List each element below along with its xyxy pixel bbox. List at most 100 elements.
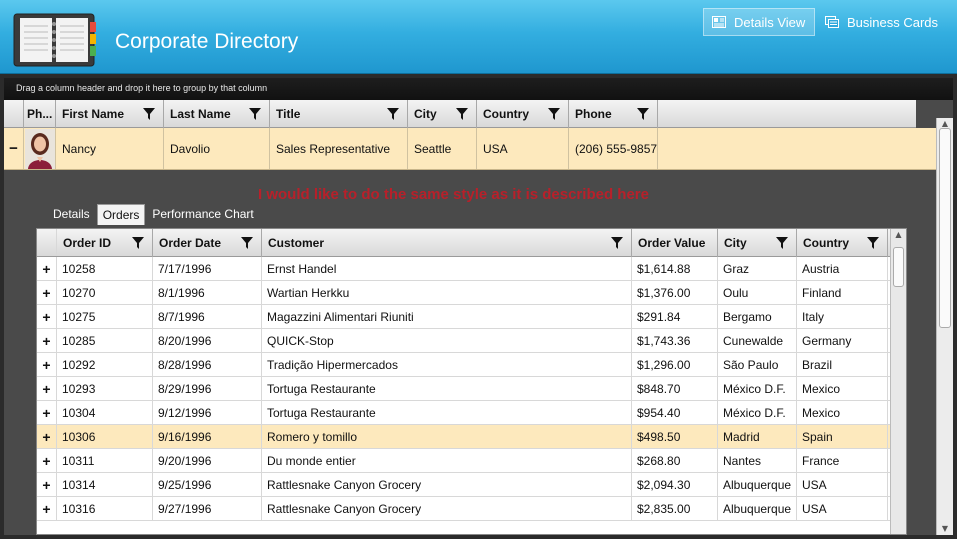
customer-cell: Wartian Herkku: [262, 281, 632, 304]
order-value-cell: $2,094.30: [632, 473, 718, 496]
tab-details[interactable]: Details: [48, 204, 95, 225]
order-value-cell: $268.80: [632, 449, 718, 472]
country-cell: USA: [797, 497, 888, 520]
city-cell: Oulu: [718, 281, 797, 304]
expand-row-icon[interactable]: +: [37, 449, 57, 472]
last-name-cell: Davolio: [164, 128, 270, 169]
table-row[interactable]: +10314 9/25/1996 Rattlesnake Canyon Grocer…: [37, 473, 906, 497]
table-row[interactable]: +10258 7/17/1996 Ernst Handel $1,614.88 Graz…: [37, 257, 906, 281]
header-country-label: Country: [483, 107, 529, 121]
employee-photo: [24, 128, 56, 169]
filter-icon[interactable]: [132, 237, 144, 249]
order-id-cell: 10316: [57, 497, 153, 520]
expand-row-icon[interactable]: +: [37, 257, 57, 280]
header-photo[interactable]: Ph...: [24, 100, 56, 128]
header-title-label: Title: [276, 107, 301, 121]
filter-icon[interactable]: [611, 237, 623, 249]
order-id-cell: 10292: [57, 353, 153, 376]
order-value-cell: $848.70: [632, 377, 718, 400]
header-phone[interactable]: Phone: [569, 100, 658, 128]
table-row[interactable]: − Nancy Davolio Sales Representative Sea…: [4, 128, 938, 170]
filter-icon[interactable]: [548, 108, 560, 120]
order-date-cell: 9/20/1996: [153, 449, 262, 472]
table-row[interactable]: +10292 8/28/1996 Tradição Hipermercados $1,…: [37, 353, 906, 377]
header-customer[interactable]: Customer: [262, 229, 632, 257]
scrollbar-thumb[interactable]: [939, 128, 951, 328]
expand-row-icon[interactable]: +: [37, 377, 57, 400]
country-cell: USA: [797, 473, 888, 496]
order-date-cell: 9/27/1996: [153, 497, 262, 520]
header-order-country-label: Country: [803, 236, 849, 250]
tab-performance-chart[interactable]: Performance Chart: [147, 204, 258, 225]
filter-icon[interactable]: [867, 237, 879, 249]
table-row[interactable]: +10311 9/20/1996 Du monde entier $268.80 Nan…: [37, 449, 906, 473]
expand-row-icon[interactable]: +: [37, 497, 57, 520]
tab-orders[interactable]: Orders: [96, 204, 146, 225]
scrollbar-thumb[interactable]: [893, 247, 904, 287]
scroll-up-icon[interactable]: ▲: [891, 229, 906, 241]
expand-row-icon[interactable]: +: [37, 305, 57, 328]
orders-body: +10258 7/17/1996 Ernst Handel $1,614.88 Graz…: [37, 257, 906, 521]
header-phone-label: Phone: [575, 107, 612, 121]
table-row[interactable]: +10270 8/1/1996 Wartian Herkku $1,376.00 Oul…: [37, 281, 906, 305]
order-date-cell: 8/29/1996: [153, 377, 262, 400]
header-order-country[interactable]: Country: [797, 229, 888, 257]
table-row[interactable]: +10275 8/7/1996 Magazzini Alimentari Riuni…: [37, 305, 906, 329]
header-first-name-label: First Name: [62, 107, 125, 121]
header-expander: [37, 229, 57, 256]
header-country[interactable]: Country: [477, 100, 569, 128]
expand-row-icon[interactable]: +: [37, 401, 57, 424]
orders-scrollbar[interactable]: ▲: [890, 229, 906, 534]
business-cards-button[interactable]: Business Cards: [817, 8, 949, 36]
details-view-label: Details View: [734, 14, 806, 30]
header-order-date[interactable]: Order Date: [153, 229, 262, 257]
order-value-cell: $498.50: [632, 425, 718, 448]
header-order-value[interactable]: Order Value: [632, 229, 718, 257]
expand-row-icon[interactable]: +: [37, 353, 57, 376]
expand-row-icon[interactable]: +: [37, 473, 57, 496]
header-expander: [4, 100, 24, 128]
order-date-cell: 9/12/1996: [153, 401, 262, 424]
city-cell: Bergamo: [718, 305, 797, 328]
header-city[interactable]: City: [408, 100, 477, 128]
expand-row-icon[interactable]: +: [37, 281, 57, 304]
header-last-name[interactable]: Last Name: [164, 100, 270, 128]
table-row[interactable]: +10304 9/12/1996 Tortuga Restaurante $954.4…: [37, 401, 906, 425]
scroll-down-icon[interactable]: ▼: [937, 523, 953, 535]
orders-header-row: Order ID Order Date Customer Order Value…: [37, 229, 906, 257]
filter-icon[interactable]: [387, 108, 399, 120]
filter-icon[interactable]: [241, 237, 253, 249]
city-cell: Albuquerque: [718, 497, 797, 520]
table-row[interactable]: +10293 8/29/1996 Tortuga Restaurante $848.7…: [37, 377, 906, 401]
city-cell: São Paulo: [718, 353, 797, 376]
city-cell: México D.F.: [718, 401, 797, 424]
filter-icon[interactable]: [249, 108, 261, 120]
header-order-city[interactable]: City: [718, 229, 797, 257]
details-view-button[interactable]: Details View: [703, 8, 815, 36]
city-cell: Cunewalde: [718, 329, 797, 352]
header-first-name[interactable]: First Name: [56, 100, 164, 128]
header-order-id[interactable]: Order ID: [57, 229, 153, 257]
master-header-row: Ph... First Name Last Name Title City Co…: [4, 100, 916, 128]
header-title[interactable]: Title: [270, 100, 408, 128]
address-book-icon: [13, 13, 96, 67]
filter-icon[interactable]: [776, 237, 788, 249]
order-date-cell: 8/28/1996: [153, 353, 262, 376]
table-row[interactable]: +10316 9/27/1996 Rattlesnake Canyon Grocer…: [37, 497, 906, 521]
collapse-button[interactable]: −: [4, 128, 24, 169]
header-customer-label: Customer: [268, 236, 325, 250]
group-by-panel[interactable]: Drag a column header and drop it here to…: [4, 78, 953, 100]
main-scrollbar[interactable]: ▲ ▼: [936, 118, 953, 535]
country-cell: Germany: [797, 329, 888, 352]
filter-icon[interactable]: [143, 108, 155, 120]
table-row[interactable]: +10285 8/20/1996 QUICK-Stop $1,743.36 Cunewa…: [37, 329, 906, 353]
business-cards-label: Business Cards: [847, 14, 939, 30]
filter-icon[interactable]: [456, 108, 468, 120]
order-id-cell: 10314: [57, 473, 153, 496]
table-row[interactable]: +10306 9/16/1996 Romero y tomillo $498.50 Ma…: [37, 425, 906, 449]
expand-row-icon[interactable]: +: [37, 329, 57, 352]
expand-row-icon[interactable]: +: [37, 425, 57, 448]
employee-grid: Ph... First Name Last Name Title City Co…: [4, 100, 953, 535]
filter-icon[interactable]: [637, 108, 649, 120]
country-cell: Spain: [797, 425, 888, 448]
